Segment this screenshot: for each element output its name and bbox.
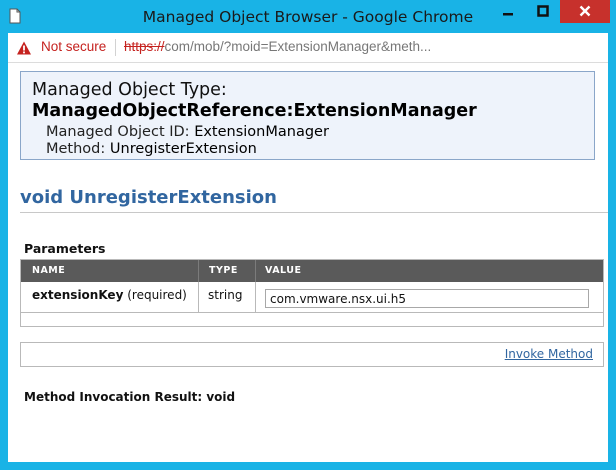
- parameters-label: Parameters: [24, 241, 106, 256]
- title-bar[interactable]: Managed Object Browser - Google Chrome: [0, 0, 616, 33]
- column-divider: [255, 260, 256, 282]
- address-separator: [115, 39, 116, 56]
- minimize-icon: [502, 2, 514, 21]
- parameter-type: string: [208, 288, 243, 302]
- column-header-name: NAME: [32, 265, 66, 276]
- table-header: NAME TYPE VALUE: [21, 260, 603, 282]
- invoke-method-link[interactable]: Invoke Method: [505, 347, 593, 361]
- url-path: com/mob/?moid=ExtensionManager&meth...: [164, 39, 432, 54]
- method-heading: void UnregisterExtension: [20, 187, 277, 208]
- managed-object-info: Managed Object Type: ManagedObjectRefere…: [20, 71, 595, 160]
- parameter-name-text: extensionKey: [32, 288, 124, 302]
- column-header-value: VALUE: [265, 265, 302, 276]
- parameter-name: extensionKey (required): [32, 288, 187, 302]
- url-scheme: https://: [124, 39, 165, 54]
- row-divider: [21, 312, 603, 313]
- browser-window: Managed Object Browser - Google Chrome N…: [0, 0, 616, 470]
- heading-divider: [20, 212, 608, 213]
- parameter-qualifier: (required): [127, 288, 187, 302]
- page-content: Managed Object Type: ManagedObjectRefere…: [8, 62, 608, 462]
- parameters-table: NAME TYPE VALUE extensionKey (required) …: [20, 259, 604, 327]
- method-invocation-result: Method Invocation Result: void: [24, 390, 236, 404]
- cell-divider: [198, 282, 199, 312]
- address-bar[interactable]: Not secure https://com/mob/?moid=Extensi…: [8, 33, 608, 62]
- warning-triangle-icon[interactable]: [16, 40, 32, 56]
- close-icon: [579, 2, 591, 21]
- column-divider: [198, 260, 199, 282]
- column-header-type: TYPE: [209, 265, 238, 276]
- cell-divider: [255, 282, 256, 312]
- minimize-button[interactable]: [491, 0, 525, 23]
- method-info: Method: UnregisterExtension: [46, 141, 257, 157]
- close-button[interactable]: [560, 0, 610, 23]
- maximize-button[interactable]: [526, 0, 560, 23]
- managed-object-id: Managed Object ID: ExtensionManager: [46, 124, 329, 140]
- managed-object-id-label: Managed Object ID:: [46, 124, 190, 140]
- security-status[interactable]: Not secure: [41, 39, 106, 54]
- managed-object-type-value: ManagedObjectReference:ExtensionManager: [32, 101, 477, 121]
- managed-object-type-label: Managed Object Type:: [32, 80, 227, 100]
- parameter-value-input[interactable]: [265, 289, 589, 308]
- method-label: Method:: [46, 141, 106, 157]
- invoke-panel: Invoke Method: [20, 342, 604, 367]
- managed-object-id-value: ExtensionManager: [194, 124, 329, 140]
- maximize-icon: [537, 2, 549, 21]
- method-value: UnregisterExtension: [109, 141, 257, 157]
- url-text[interactable]: https://com/mob/?moid=ExtensionManager&m…: [124, 39, 431, 54]
